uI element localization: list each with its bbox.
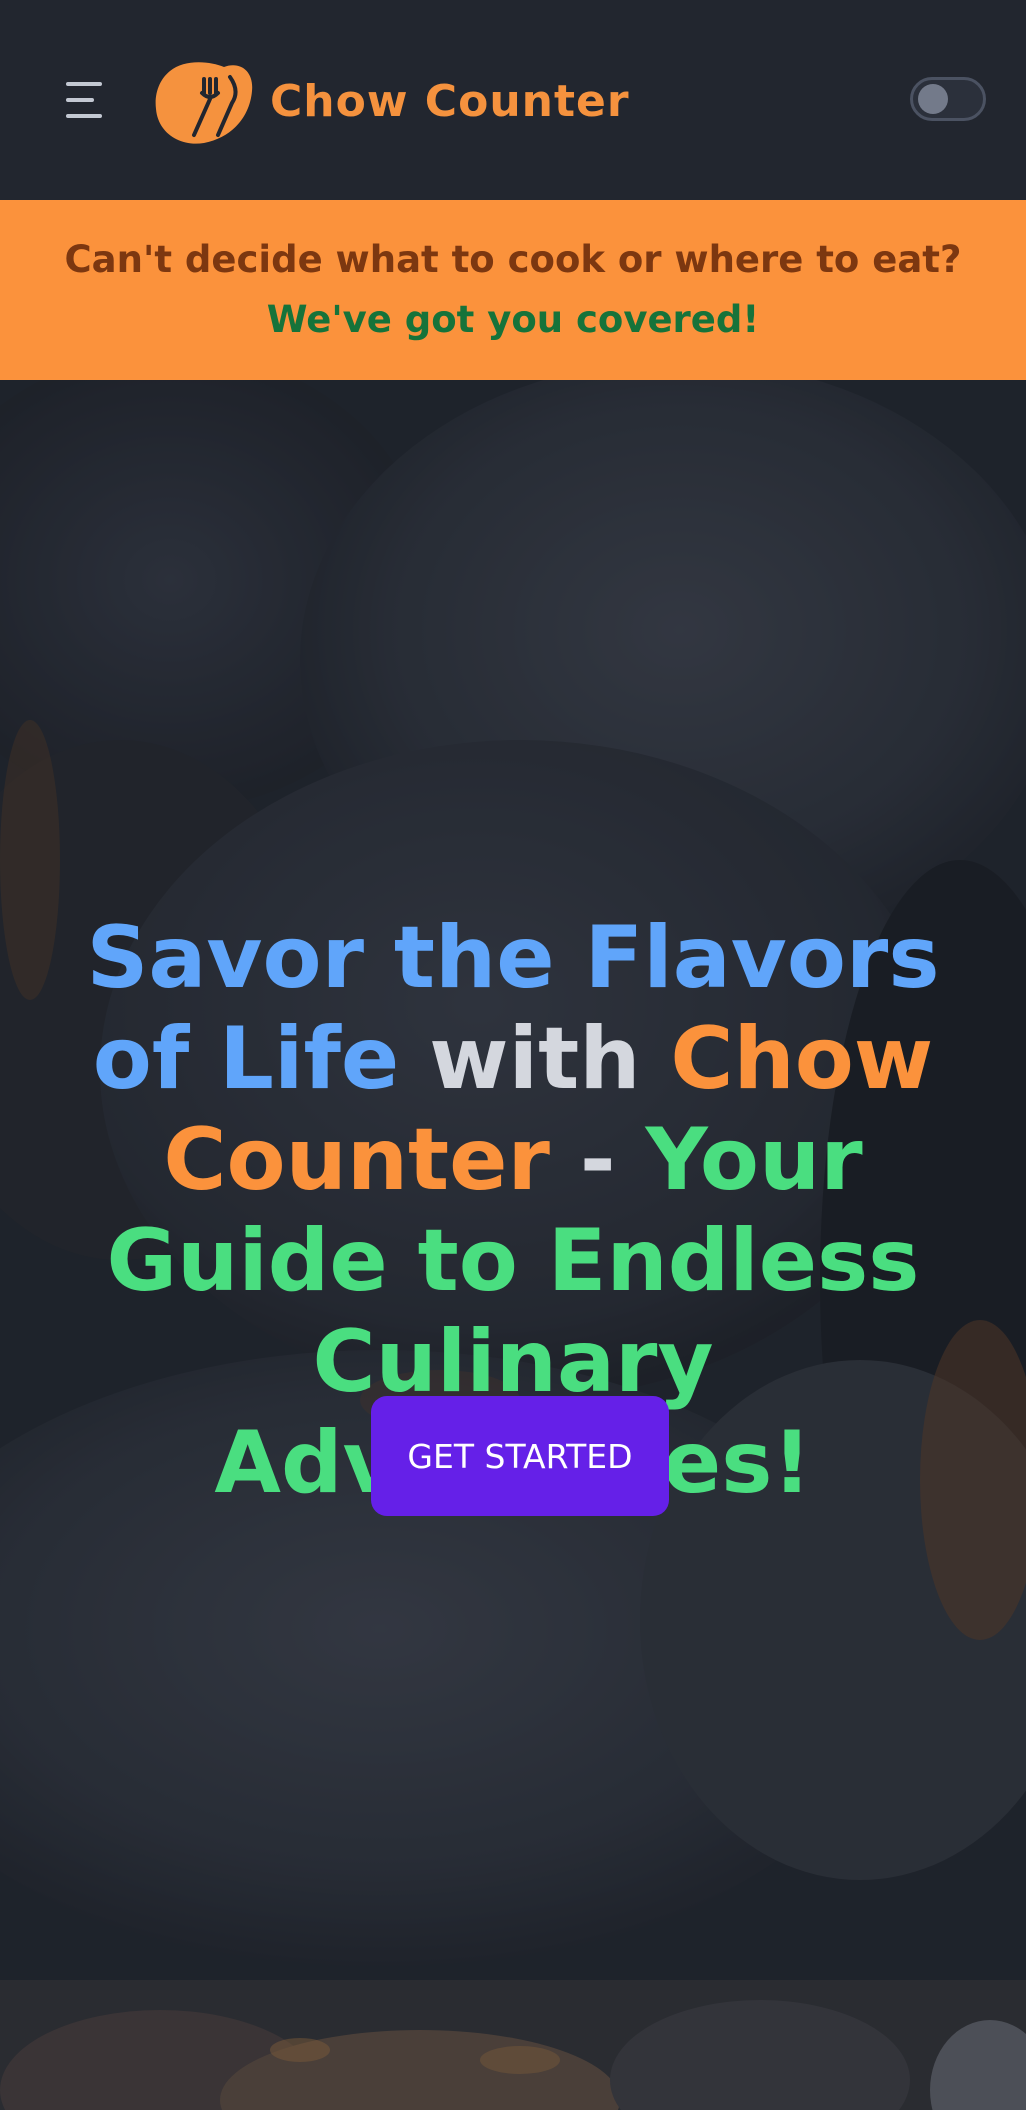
announcement-banner: Can't decide what to cook or where to ea… bbox=[0, 200, 1026, 380]
hamburger-line bbox=[66, 82, 102, 86]
hamburger-line bbox=[66, 114, 102, 118]
next-section-preview bbox=[0, 1980, 1026, 2110]
get-started-button[interactable]: GET STARTED bbox=[371, 1396, 669, 1516]
hero-section: Savor the Flavors of Life with Chow Coun… bbox=[0, 380, 1026, 1980]
headline-part-with: with bbox=[429, 1008, 641, 1109]
headline-part-dash: - bbox=[579, 1109, 616, 1210]
brand-home-link[interactable]: Chow Counter bbox=[152, 56, 630, 146]
toggle-knob bbox=[918, 84, 948, 114]
brand-name: Chow Counter bbox=[270, 75, 630, 127]
hamburger-line bbox=[66, 98, 94, 102]
theme-toggle[interactable] bbox=[910, 77, 986, 121]
hamburger-menu-icon[interactable] bbox=[66, 82, 106, 118]
fork-knife-logo-icon bbox=[155, 62, 253, 144]
navbar: Chow Counter bbox=[0, 0, 1026, 200]
banner-tagline: We've got you covered! bbox=[266, 298, 760, 341]
banner-question: Can't decide what to cook or where to ea… bbox=[64, 238, 962, 281]
next-section-background-image bbox=[0, 1980, 1026, 2110]
